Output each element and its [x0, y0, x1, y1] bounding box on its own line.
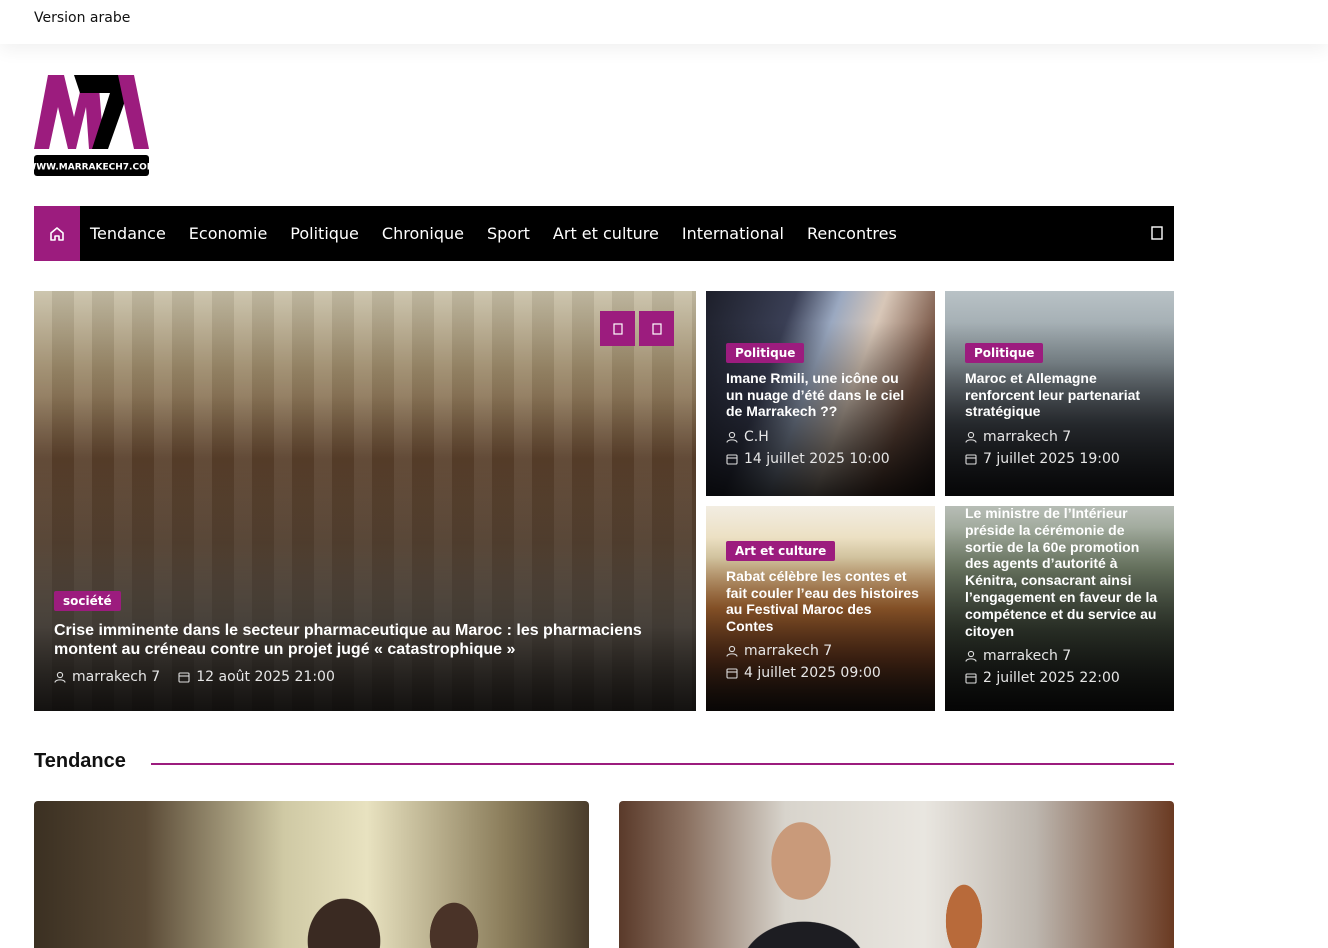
featured-title[interactable]: Crise imminente dans le secteur pharmace… [54, 621, 676, 659]
calendar-icon [178, 672, 190, 683]
article-date: 2 juillet 2025 22:00 [983, 670, 1120, 687]
chevron-right-icon [651, 322, 662, 335]
section-title: Tendance [34, 750, 126, 772]
chevron-left-icon [612, 322, 623, 335]
logo-mark: WWW.MARRAKECH7.COM [26, 75, 156, 176]
side-article[interactable]: Politique Imane Rmili, une icône ou un n… [706, 291, 935, 496]
article-title[interactable]: Imane Rmili, une icône ou un nuage d’été… [726, 370, 919, 420]
side-article[interactable]: Politique Maroc et Allemagne renforcent … [945, 291, 1174, 496]
article-date: 14 juillet 2025 10:00 [744, 450, 890, 467]
article-date: 7 juillet 2025 19:00 [983, 450, 1120, 467]
main-navigation: Tendance Economie Politique Chronique Sp… [34, 206, 1174, 261]
section-heading: Tendance [34, 750, 1174, 776]
nav-item-sport[interactable]: Sport [487, 224, 530, 243]
tendance-article-image[interactable] [619, 801, 1174, 948]
side-article[interactable]: Art et culture Rabat célèbre les contes … [706, 506, 935, 711]
slider-next-button[interactable] [639, 311, 674, 346]
category-badge[interactable]: Politique [965, 343, 1044, 363]
featured-article[interactable]: société Crise imminente dans le secteur … [34, 291, 696, 711]
side-article[interactable]: Le ministre de l’Intérieur préside la cé… [945, 506, 1174, 711]
search-icon[interactable] [1150, 226, 1164, 240]
article-title[interactable]: Le ministre de l’Intérieur préside la cé… [965, 506, 1158, 639]
user-icon [54, 671, 66, 683]
home-button[interactable] [34, 206, 80, 261]
calendar-icon [726, 668, 738, 679]
user-icon [726, 431, 738, 443]
article-title[interactable]: Rabat célèbre les contes et fait couler … [726, 568, 919, 634]
top-bar: Version arabe [0, 0, 1328, 44]
section-divider [151, 763, 1174, 765]
article-author[interactable]: C.H [744, 429, 769, 445]
article-author[interactable]: marrakech 7 [744, 643, 832, 659]
home-icon [50, 226, 64, 241]
slider-prev-button[interactable] [600, 311, 635, 346]
nav-item-rencontres[interactable]: Rencontres [807, 224, 897, 243]
featured-author[interactable]: marrakech 7 [72, 669, 160, 685]
article-author[interactable]: marrakech 7 [983, 429, 1071, 445]
article-title[interactable]: Maroc et Allemagne renforcent leur parte… [965, 370, 1158, 420]
user-icon [965, 431, 977, 443]
calendar-icon [965, 453, 977, 465]
nav-item-chronique[interactable]: Chronique [382, 224, 464, 243]
nav-item-international[interactable]: International [682, 224, 784, 243]
article-author[interactable]: marrakech 7 [983, 648, 1071, 664]
nav-item-economie[interactable]: Economie [189, 224, 268, 243]
category-badge[interactable]: Politique [726, 343, 805, 363]
featured-date: 12 août 2025 21:00 [196, 669, 335, 685]
user-icon [965, 651, 977, 663]
calendar-icon [726, 453, 738, 465]
calendar-icon [965, 673, 977, 684]
logo-site-text: WWW.MARRAKECH7.COM [34, 163, 149, 173]
category-badge[interactable]: Art et culture [726, 541, 836, 561]
arabic-version-link[interactable]: Version arabe [34, 10, 130, 26]
user-icon [726, 645, 738, 657]
tendance-article-image[interactable] [34, 801, 589, 948]
category-badge[interactable]: société [54, 591, 121, 611]
featured-content: société Crise imminente dans le secteur … [54, 590, 676, 685]
nav-item-politique[interactable]: Politique [290, 224, 359, 243]
site-logo[interactable]: WWW.MARRAKECH7.COM [26, 73, 156, 177]
article-date: 4 juillet 2025 09:00 [744, 665, 881, 681]
nav-item-tendance[interactable]: Tendance [90, 224, 166, 243]
featured-meta: marrakech 7 12 août 2025 21:00 [54, 669, 676, 685]
nav-item-art-et-culture[interactable]: Art et culture [553, 224, 659, 243]
nav-menu: Tendance Economie Politique Chronique Sp… [90, 206, 920, 261]
